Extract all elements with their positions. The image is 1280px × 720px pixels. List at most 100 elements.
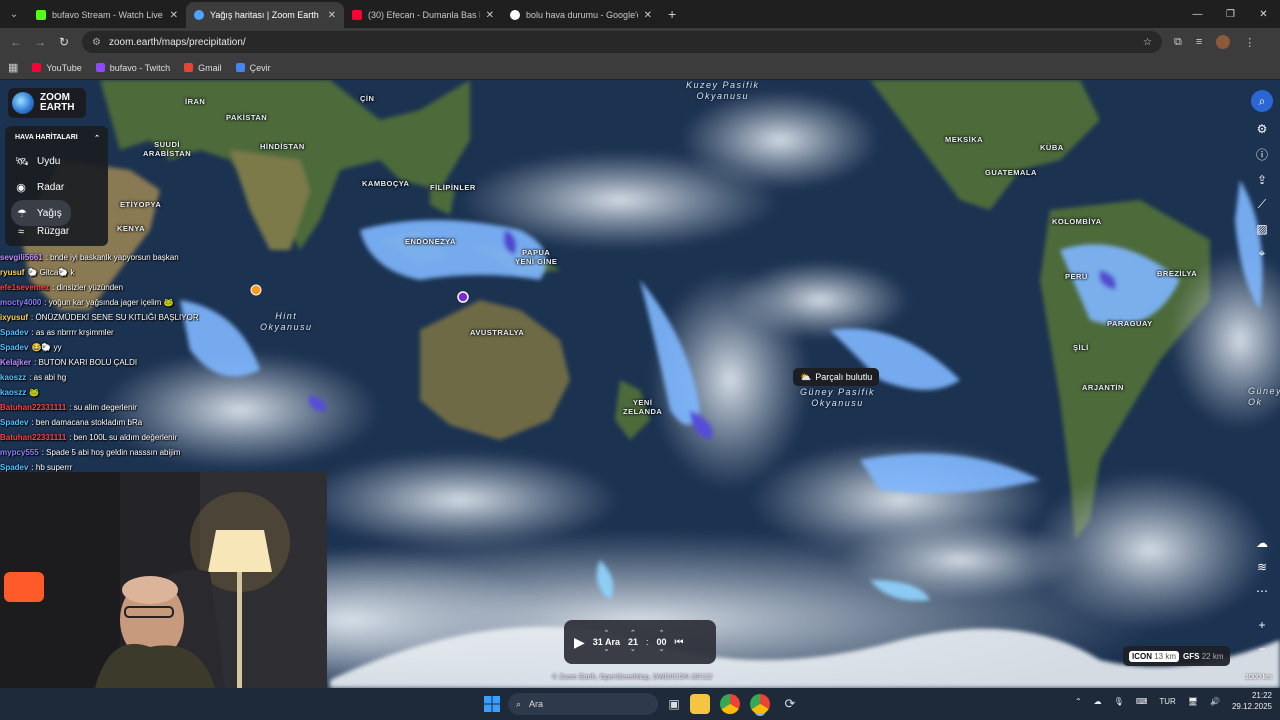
chat-text: : ÖNÜZMÜDEKİ SENE SU KITLIĞI BAŞLIYOR — [31, 313, 199, 322]
rain-icon: ☂ — [17, 207, 27, 220]
chat-username[interactable]: mocty4000 — [0, 298, 41, 307]
draw-icon[interactable]: ▨ — [1256, 222, 1267, 236]
back-icon[interactable]: ← — [4, 35, 28, 49]
bookmark-star-icon[interactable]: ☆ — [1143, 37, 1152, 48]
bookmark-twitch[interactable]: bufavo - Twitch — [95, 63, 170, 73]
search-icon[interactable]: ⌕ — [1251, 90, 1273, 112]
locate-icon[interactable]: ⌖ — [1259, 246, 1266, 261]
address-bar[interactable]: ⚙ zoom.earth/maps/precipitation/ ☆ — [82, 31, 1162, 53]
map-label-colombia: KOLOMBİYA — [1052, 217, 1102, 226]
menu-icon[interactable]: ⋮ — [1244, 36, 1255, 49]
task-view-icon[interactable]: ▣ — [664, 694, 684, 714]
reload-icon[interactable]: ↻ — [52, 35, 76, 49]
map-label-india: HİNDİSTAN — [260, 142, 305, 151]
chat-username[interactable]: efe1sevemez — [0, 283, 49, 292]
date-selector[interactable]: ⌃ 31 Ara ⌄ — [593, 630, 620, 654]
tab-kick[interactable]: bufavo Stream - Watch Live on ✕ — [28, 2, 186, 28]
language-indicator[interactable]: TUR — [1159, 697, 1175, 706]
chat-username[interactable]: kaoszz — [0, 373, 26, 382]
restore-icon[interactable]: ❐ — [1214, 0, 1247, 28]
zoom-in-icon[interactable]: + — [1258, 618, 1265, 632]
model-gfs-button[interactable]: GFS 22 km — [1183, 652, 1223, 661]
minute-selector[interactable]: ⌃ 00 ⌄ — [657, 630, 667, 654]
minimize-icon[interactable]: — — [1181, 0, 1214, 28]
chat-username[interactable]: sevgili5661 — [0, 253, 43, 262]
zoom-earth-logo[interactable]: ZOOM EARTH — [8, 88, 86, 118]
skip-to-now-icon[interactable]: ⏮ — [675, 637, 684, 648]
radar-icon: ◉ — [16, 181, 26, 194]
apps-grid-icon[interactable]: ▦ — [8, 61, 18, 74]
info-icon[interactable]: ⓘ — [1256, 146, 1268, 163]
chevron-up-icon[interactable]: ⌃ — [1075, 697, 1082, 706]
chat-text: 🐸 — [29, 388, 40, 397]
chat-text: : hb superrr — [31, 463, 73, 472]
close-icon[interactable]: ✕ — [486, 10, 494, 21]
bookmark-gmail[interactable]: Gmail — [184, 63, 222, 73]
close-window-icon[interactable]: ✕ — [1247, 0, 1280, 28]
layer-wind[interactable]: ≈ Rüzgar — [5, 226, 108, 242]
media-icon[interactable]: ≡ — [1196, 36, 1202, 48]
zoom-out-icon[interactable]: − — [1258, 642, 1265, 656]
chat-username[interactable]: Batuhan22331111 — [0, 403, 66, 412]
hour-selector[interactable]: ⌃ 21 ⌄ — [628, 630, 638, 654]
wind-overlay-icon[interactable]: ≋ — [1257, 560, 1267, 574]
measure-icon[interactable]: ⟋ — [1258, 197, 1266, 212]
tab-youtube[interactable]: (30) Efecan - Dumanla Bas Bas ✕ — [344, 2, 502, 28]
chevron-down-icon[interactable]: ⌄ — [603, 646, 609, 654]
close-icon[interactable]: ✕ — [644, 10, 652, 21]
share-icon[interactable]: ⇪ — [1257, 173, 1267, 187]
more-icon[interactable]: ⋯ — [1256, 584, 1268, 598]
layer-satellite[interactable]: 🛰 Uydu — [5, 148, 108, 174]
close-icon[interactable]: ✕ — [170, 10, 178, 21]
app-icon[interactable]: ⟳ — [780, 694, 800, 714]
chat-username[interactable]: Spadev — [0, 328, 28, 337]
cloud-icon[interactable]: ☁ — [1094, 697, 1102, 706]
taskbar-search[interactable]: ⌕ Ara — [508, 693, 658, 715]
chat-username[interactable]: Spadev — [0, 418, 28, 427]
chrome-active-icon[interactable] — [750, 694, 770, 714]
chat-username[interactable]: Spadev — [0, 343, 28, 352]
new-tab-button[interactable]: + — [660, 6, 684, 22]
chat-username[interactable]: Spadev — [0, 463, 28, 472]
chat-message: Kelajker: BUTON KARI BOLU ÇALDI — [0, 355, 330, 370]
bookmark-translate[interactable]: Çevir — [235, 63, 271, 73]
webcam-scene — [0, 472, 327, 688]
chevron-down-icon[interactable]: ⌄ — [659, 646, 665, 654]
file-explorer-icon[interactable] — [690, 694, 710, 714]
bookmark-youtube[interactable]: YouTube — [32, 63, 82, 73]
clock[interactable]: 21:22 29.12.2025 — [1232, 690, 1272, 712]
profile-avatar[interactable] — [1216, 35, 1231, 49]
site-info-icon[interactable]: ⚙ — [92, 37, 101, 48]
network-icon[interactable]: 🖥 — [1188, 697, 1198, 706]
windows-start-icon[interactable] — [484, 696, 500, 712]
chat-username[interactable]: Batuhan22331111 — [0, 433, 66, 442]
settings-icon[interactable]: ⚙ — [1257, 122, 1268, 136]
play-icon[interactable]: ▶ — [574, 634, 585, 651]
close-icon[interactable]: ✕ — [328, 10, 336, 21]
map-label-peru: PERU — [1065, 272, 1088, 281]
cloud-layer-icon[interactable]: ☁ — [1256, 536, 1268, 550]
forward-icon[interactable]: → — [28, 35, 52, 49]
layer-precipitation[interactable]: ☂ Yağış — [11, 200, 71, 226]
chat-username[interactable]: Kelajker — [0, 358, 31, 367]
tab-google[interactable]: bolu hava durumu - Google'da ✕ — [502, 2, 660, 28]
storm-marker-purple — [457, 291, 469, 303]
tab-search-button[interactable]: ⌄ — [0, 0, 28, 28]
chat-username[interactable]: kaoszz — [0, 388, 26, 397]
chat-username[interactable]: ixyusuf — [0, 313, 28, 322]
chevron-down-icon[interactable]: ⌄ — [630, 646, 636, 654]
volume-icon[interactable]: 🔊 — [1210, 697, 1220, 706]
mic-icon[interactable]: 🎙 — [1114, 697, 1124, 706]
bookmarks-bar: ▦ YouTube bufavo - Twitch Gmail Çevir — [0, 56, 1280, 80]
map-viewport[interactable]: İRAN PAKİSTAN ÇİN HİNDİSTAN SUUDİ ARABİS… — [0, 80, 1280, 688]
chat-username[interactable]: mypcy555 — [0, 448, 39, 457]
model-icon-button[interactable]: ICON 13 km — [1129, 650, 1180, 662]
chrome-icon[interactable] — [720, 694, 740, 714]
chat-username[interactable]: ryusuf — [0, 268, 24, 277]
tab-zoom-earth[interactable]: Yağış haritası | Zoom Earth ✕ — [186, 2, 344, 28]
layer-radar[interactable]: ◉ Radar — [5, 174, 108, 200]
chevron-up-icon[interactable]: ⌃ — [94, 134, 100, 142]
extensions-icon[interactable]: ⧉ — [1174, 36, 1182, 49]
weather-popup[interactable]: ⛅ Parçalı bulutlu — [793, 368, 880, 386]
keyboard-icon[interactable]: ⌨ — [1136, 697, 1148, 706]
